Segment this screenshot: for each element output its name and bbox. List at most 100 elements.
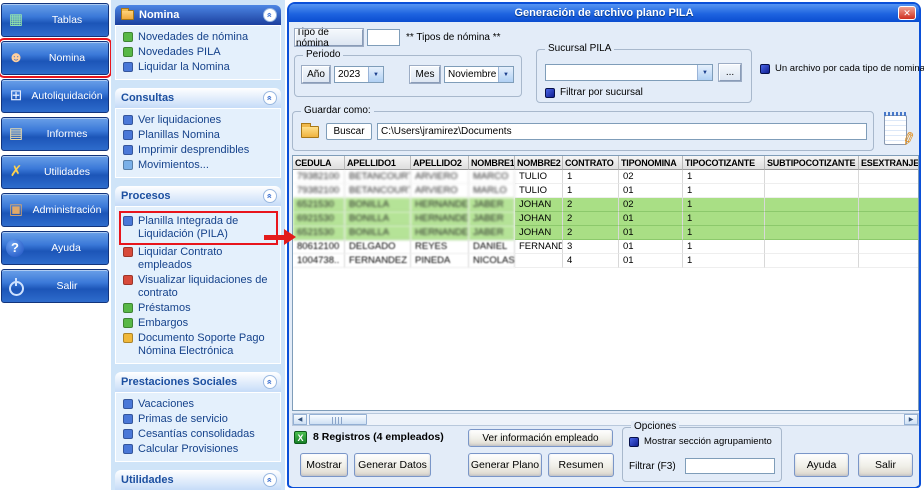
tipo-nomina-button[interactable]: Tipo de nómina: [295, 29, 363, 46]
grid-column-header-tiponomina[interactable]: TIPONOMINA: [619, 156, 683, 170]
mes-button[interactable]: Mes: [410, 66, 440, 83]
grid-cell: DANIEL: [469, 240, 515, 254]
grid-cell: 2: [563, 212, 619, 226]
callout-arrow-head: [284, 229, 296, 245]
nav-item-planillas-nomina[interactable]: Planillas Nomina: [121, 128, 278, 143]
nav-section-header-procesos[interactable]: Procesos«: [115, 186, 281, 206]
nav-item-visualizar-liquidaciones-de-contrato[interactable]: Visualizar liquidaciones de contrato: [121, 273, 278, 301]
filtrar-sucursal-label: Filtrar por sucursal: [560, 87, 643, 98]
nav-item-documento-soporte-pago-nomina-electronica[interactable]: Documento Soporte Pago Nómina Electrónic…: [121, 331, 278, 359]
grid-row[interactable]: 6921530BONILLAHERNANDEZJABERJOHAN2011: [293, 212, 919, 226]
grid-column-header-nombre1[interactable]: NOMBRE1: [469, 156, 515, 170]
un-archivo-checkbox[interactable]: [760, 64, 770, 74]
nav-item-vacaciones[interactable]: Vacaciones: [121, 397, 278, 412]
sucursal-browse-button[interactable]: ...: [719, 64, 741, 81]
ano-select[interactable]: 2023: [334, 66, 384, 83]
nav-item-cesantias-consolidadas[interactable]: Cesantías consolidadas: [121, 427, 278, 442]
grid-column-header-contrato[interactable]: CONTRATO: [563, 156, 619, 170]
excel-export-icon[interactable]: [294, 431, 307, 444]
nav-item-movimientos[interactable]: Movimientos...: [121, 158, 278, 173]
sidebar-button-informes[interactable]: ▤Informes: [1, 117, 109, 151]
nav-item-planilla-integrada-de-liquidacion-pila[interactable]: Planilla Integrada de Liquidación (PILA): [119, 211, 278, 245]
sidebar-button-administracion[interactable]: ▣Administración: [1, 193, 109, 227]
salir-button[interactable]: Salir: [858, 453, 913, 477]
nav-item-novedades-de-nomina[interactable]: Novedades de nómina: [121, 30, 278, 45]
mes-value: Noviembre: [448, 69, 498, 80]
nav-item-novedades-pila[interactable]: Novedades PILA: [121, 45, 278, 60]
ano-button[interactable]: Año: [302, 66, 330, 83]
tipo-nomina-input[interactable]: [367, 29, 400, 46]
filtrar-sucursal-checkbox[interactable]: [545, 88, 555, 98]
notepad-icon[interactable]: [880, 109, 912, 149]
grid-cell: [765, 170, 859, 184]
sucursal-select[interactable]: [545, 64, 713, 81]
grid-cell: PINEDA: [411, 254, 469, 268]
grid-row[interactable]: 1004738..FERNANDEZPINEDANICOLAS4011: [293, 254, 919, 268]
grid-column-header-esextranjero[interactable]: ESEXTRANJERO: [859, 156, 919, 170]
grid-row[interactable]: 80612100DELGADOREYESDANIELFERNANDO3011: [293, 240, 919, 254]
collapse-chevron-icon[interactable]: «: [263, 91, 277, 105]
open-folder-icon[interactable]: [301, 126, 319, 138]
collapse-chevron-icon[interactable]: «: [263, 375, 277, 389]
nav-item-imprimir-desprendibles[interactable]: Imprimir desprendibles: [121, 143, 278, 158]
sidebar-button-nomina[interactable]: ☻Nomina: [1, 41, 109, 75]
save-path-input[interactable]: [377, 123, 867, 140]
nav-section-header-prestaciones-sociales[interactable]: Prestaciones Sociales«: [115, 372, 281, 392]
grid-row[interactable]: 79382100BETANCOURTARVIEROMARCOTULIO1021: [293, 170, 919, 184]
grid-column-header-nombre2[interactable]: NOMBRE2: [515, 156, 563, 170]
grid-column-header-tipocotizante[interactable]: TIPOCOTIZANTE: [683, 156, 765, 170]
resumen-button[interactable]: Resumen: [548, 453, 614, 477]
nav-item-prestamos[interactable]: Préstamos: [121, 301, 278, 316]
nav-section-header-consultas[interactable]: Consultas«: [115, 88, 281, 108]
nav-item-liquidar-la-nomina[interactable]: Liquidar la Nomina: [121, 60, 278, 75]
scrollbar-thumb[interactable]: [309, 414, 367, 425]
buscar-button[interactable]: Buscar: [326, 123, 372, 140]
grid-column-header-cedula[interactable]: CEDULA: [293, 156, 345, 170]
mostrar-button[interactable]: Mostrar: [300, 453, 348, 477]
grid-row[interactable]: 79382100BETANCOURTARVIEROMARLOTULIO1011: [293, 184, 919, 198]
nav-item-liquidar-contrato-empleados[interactable]: Liquidar Contrato empleados: [121, 245, 278, 273]
collapse-chevron-icon[interactable]: «: [263, 189, 277, 203]
chevron-down-icon[interactable]: [498, 67, 513, 82]
mes-select[interactable]: Noviembre: [444, 66, 514, 83]
generar-plano-button[interactable]: Generar Plano: [468, 453, 542, 477]
payroll-person-icon: ☻: [6, 48, 26, 68]
scroll-right-icon[interactable]: [904, 414, 918, 425]
chevron-down-icon[interactable]: [368, 67, 383, 82]
grid-column-header-apellido1[interactable]: APELLIDO1: [345, 156, 411, 170]
sidebar-button-ayuda[interactable]: ?Ayuda: [1, 231, 109, 265]
collapse-chevron-icon[interactable]: «: [263, 473, 277, 487]
grid-row[interactable]: 6521530BONILLAHERNANDEZJABERJOHAN2011: [293, 226, 919, 240]
sidebar-button-utilidades[interactable]: ✗Utilidades: [1, 155, 109, 189]
sidebar-button-salir[interactable]: Salir: [1, 269, 109, 303]
pila-dialog: Generación de archivo plano PILA ✕ Tipo …: [287, 2, 921, 488]
sidebar-button-autoliquidacion[interactable]: ⊞Autoliquidación: [1, 79, 109, 113]
nav-section-header-utilidades[interactable]: Utilidades«: [115, 470, 281, 490]
ayuda-button[interactable]: Ayuda: [794, 453, 849, 477]
grid-cell: JOHAN: [515, 226, 563, 240]
guardar-como-label: Guardar como:: [301, 105, 374, 116]
collapse-chevron-icon[interactable]: «: [263, 8, 277, 22]
scroll-left-icon[interactable]: [293, 414, 307, 425]
nav-item-ver-liquidaciones[interactable]: Ver liquidaciones: [121, 113, 278, 128]
agrupamiento-checkbox[interactable]: [629, 437, 639, 447]
grid-column-header-apellido2[interactable]: APELLIDO2: [411, 156, 469, 170]
grid-row[interactable]: 6521530BONILLAHERNANDEZJABERJOHAN2021: [293, 198, 919, 212]
agrupamiento-label: Mostrar sección agrupamiento: [644, 436, 772, 447]
print-payslips-icon: [123, 145, 133, 155]
chevron-down-icon[interactable]: [697, 65, 712, 80]
nav-section-header-nomina[interactable]: Nomina«: [115, 5, 281, 25]
horizontal-scrollbar[interactable]: [292, 413, 919, 426]
nav-item-primas-de-servicio[interactable]: Primas de servicio: [121, 412, 278, 427]
grid-cell: 79382100: [293, 184, 345, 198]
nav-item-label: Planillas Nomina: [138, 129, 220, 142]
generar-datos-button[interactable]: Generar Datos: [354, 453, 431, 477]
filtrar-input[interactable]: [685, 458, 775, 474]
close-button[interactable]: ✕: [898, 6, 916, 20]
grid-column-header-subtipocotizante[interactable]: SUBTIPOCOTIZANTE: [765, 156, 859, 170]
sidebar-button-tablas[interactable]: ▦Tablas: [1, 3, 109, 37]
ver-informacion-empleado-button[interactable]: Ver información empleado: [468, 429, 613, 447]
nav-item-calcular-provisiones[interactable]: Calcular Provisiones: [121, 442, 278, 457]
movements-icon: [123, 160, 133, 170]
nav-item-embargos[interactable]: Embargos: [121, 316, 278, 331]
